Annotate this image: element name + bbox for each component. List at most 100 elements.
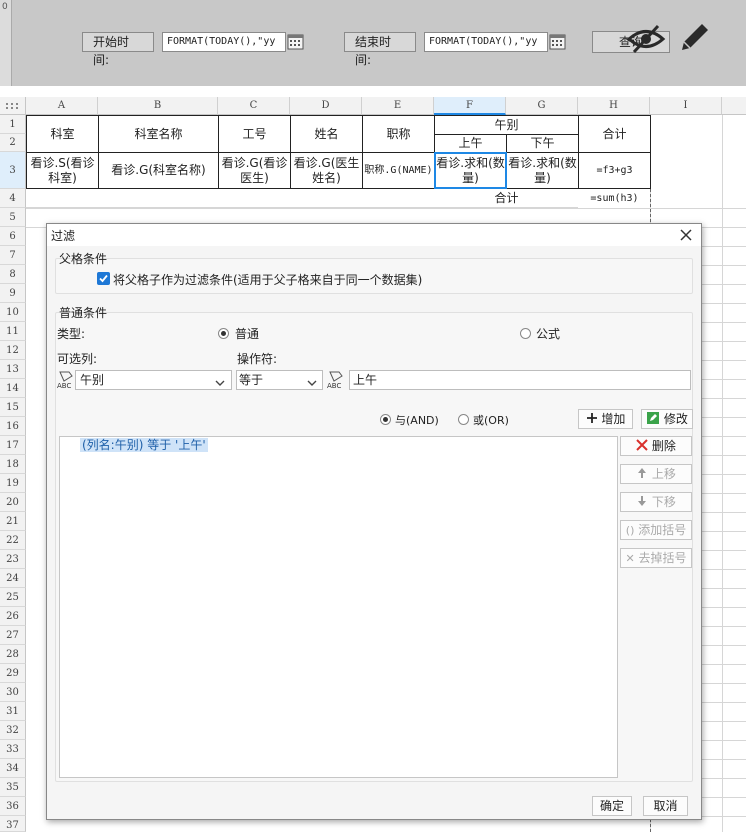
condition-list[interactable]: (列名:午别) 等于 '上午' xyxy=(59,436,618,778)
cell-a3[interactable]: 看诊.S(看诊科室) xyxy=(26,152,99,189)
row-header[interactable]: 35 xyxy=(0,778,26,797)
pencil-icon[interactable] xyxy=(678,20,712,54)
calendar-icon[interactable] xyxy=(549,32,567,52)
and-label[interactable]: 与(AND) xyxy=(395,412,439,428)
row-header[interactable]: 27 xyxy=(0,626,26,645)
row-header[interactable]: 13 xyxy=(0,360,26,379)
eye-off-icon[interactable] xyxy=(626,22,666,56)
remove-bracket-button[interactable]: ✕ 去掉括号 xyxy=(620,548,692,568)
cell-c1-header[interactable]: 工号 xyxy=(218,115,291,153)
cell-d3[interactable]: 看诊.G(医生姓名) xyxy=(290,152,363,189)
cell-g3[interactable]: 看诊.求和(数量) xyxy=(506,152,579,189)
modify-button[interactable]: 修改 xyxy=(641,409,693,429)
row-header[interactable]: 12 xyxy=(0,341,26,360)
cell-f3-selected[interactable]: 看诊.求和(数量) xyxy=(434,152,507,189)
row-header[interactable]: 24 xyxy=(0,569,26,588)
cell-h4[interactable]: =sum(h3) xyxy=(578,189,651,208)
cell-a1-header[interactable]: 科室 xyxy=(26,115,99,153)
column-header-g[interactable]: G xyxy=(506,97,578,115)
cell-g2-header[interactable]: 下午 xyxy=(506,134,579,153)
checkbox-checked-icon[interactable] xyxy=(97,272,110,285)
condition-item[interactable]: (列名:午别) 等于 '上午' xyxy=(80,438,208,452)
column-header-h[interactable]: H xyxy=(578,97,650,115)
close-icon[interactable] xyxy=(679,228,693,242)
column-header-i[interactable]: I xyxy=(650,97,722,115)
parent-checkbox-label[interactable]: 将父格子作为过滤条件(适用于父子格来自于同一个数据集) xyxy=(113,271,422,288)
ok-button[interactable]: 确定 xyxy=(592,796,632,816)
calendar-icon[interactable] xyxy=(287,32,305,52)
column-header-b[interactable]: B xyxy=(98,97,218,115)
row-header[interactable]: 9 xyxy=(0,284,26,303)
chevron-down-icon[interactable] xyxy=(214,375,226,386)
cell-b3[interactable]: 看诊.G(科室名称) xyxy=(98,152,219,189)
cell-c3[interactable]: 看诊.G(看诊医生) xyxy=(218,152,291,189)
row-header[interactable]: 6 xyxy=(0,227,26,246)
type-formula-radio[interactable] xyxy=(520,328,531,339)
cancel-button[interactable]: 取消 xyxy=(643,796,688,816)
row-header[interactable]: 25 xyxy=(0,588,26,607)
row-header[interactable]: 2 xyxy=(0,134,26,152)
cell-e1-header[interactable]: 职称 xyxy=(362,115,435,153)
row-header[interactable]: 34 xyxy=(0,759,26,778)
move-up-button[interactable]: 上移 xyxy=(620,464,692,484)
sheet-corner[interactable] xyxy=(0,97,26,115)
column-header-c[interactable]: C xyxy=(218,97,290,115)
row-header[interactable]: 32 xyxy=(0,721,26,740)
column-header-d[interactable]: D xyxy=(290,97,362,115)
row-header[interactable]: 23 xyxy=(0,550,26,569)
row-header[interactable]: 21 xyxy=(0,512,26,531)
row-header[interactable]: 8 xyxy=(0,265,26,284)
column-header-e[interactable]: E xyxy=(362,97,434,115)
row-header[interactable]: 37 xyxy=(0,816,26,832)
type-normal-label[interactable]: 普通 xyxy=(235,325,259,342)
chevron-down-icon[interactable] xyxy=(306,375,318,386)
row-header[interactable]: 26 xyxy=(0,607,26,626)
row-header[interactable]: 3 xyxy=(0,152,26,189)
row-header[interactable]: 19 xyxy=(0,474,26,493)
row-header[interactable]: 36 xyxy=(0,797,26,816)
row-header[interactable]: 29 xyxy=(0,664,26,683)
row-header[interactable]: 11 xyxy=(0,322,26,341)
row-header[interactable]: 16 xyxy=(0,417,26,436)
add-bracket-button[interactable]: () 添加括号 xyxy=(620,520,692,540)
row-header[interactable]: 14 xyxy=(0,379,26,398)
and-radio[interactable] xyxy=(380,414,391,425)
cell-b1-header[interactable]: 科室名称 xyxy=(98,115,219,153)
cell-f1-header[interactable]: 午别 xyxy=(434,115,579,135)
cell-g4[interactable]: 合计 xyxy=(434,189,579,208)
row-header[interactable]: 15 xyxy=(0,398,26,417)
start-time-input[interactable]: FORMAT(TODAY(),"yy xyxy=(162,32,286,52)
row-header[interactable]: 31 xyxy=(0,702,26,721)
cell-f2-header[interactable]: 上午 xyxy=(434,134,507,153)
cell-h1-header[interactable]: 合计 xyxy=(578,115,651,153)
row-header[interactable]: 22 xyxy=(0,531,26,550)
delete-button[interactable]: 删除 xyxy=(620,436,692,456)
or-label[interactable]: 或(OR) xyxy=(473,412,509,428)
row-header[interactable]: 28 xyxy=(0,645,26,664)
move-down-button[interactable]: 下移 xyxy=(620,492,692,512)
end-time-input[interactable]: FORMAT(TODAY(),"yy xyxy=(424,32,548,52)
row-header[interactable]: 20 xyxy=(0,493,26,512)
row-header[interactable]: 30 xyxy=(0,683,26,702)
cell-h3[interactable]: =f3+g3 xyxy=(578,152,651,189)
cell-e3[interactable]: 职称.G(NAME) xyxy=(362,152,435,189)
column-abc-icon[interactable]: ABC xyxy=(327,370,345,390)
row-header[interactable]: 1 xyxy=(0,115,26,134)
type-formula-label[interactable]: 公式 xyxy=(536,325,560,342)
row-header[interactable]: 4 xyxy=(0,189,26,208)
add-button[interactable]: 增加 xyxy=(578,409,633,429)
column-header-f[interactable]: F xyxy=(434,97,506,115)
type-normal-radio[interactable] xyxy=(218,328,229,339)
operator-select[interactable]: 等于 xyxy=(236,370,323,390)
column-header-a[interactable]: A xyxy=(26,97,98,115)
column-select[interactable]: 午别 xyxy=(75,370,232,390)
or-radio[interactable] xyxy=(458,414,469,425)
row-header[interactable]: 33 xyxy=(0,740,26,759)
condition-value-input[interactable]: 上午 xyxy=(349,370,691,390)
cell-d1-header[interactable]: 姓名 xyxy=(290,115,363,153)
row-header[interactable]: 18 xyxy=(0,455,26,474)
row-header[interactable]: 17 xyxy=(0,436,26,455)
row-header[interactable]: 5 xyxy=(0,208,26,227)
row-header[interactable]: 10 xyxy=(0,303,26,322)
row-header[interactable]: 7 xyxy=(0,246,26,265)
